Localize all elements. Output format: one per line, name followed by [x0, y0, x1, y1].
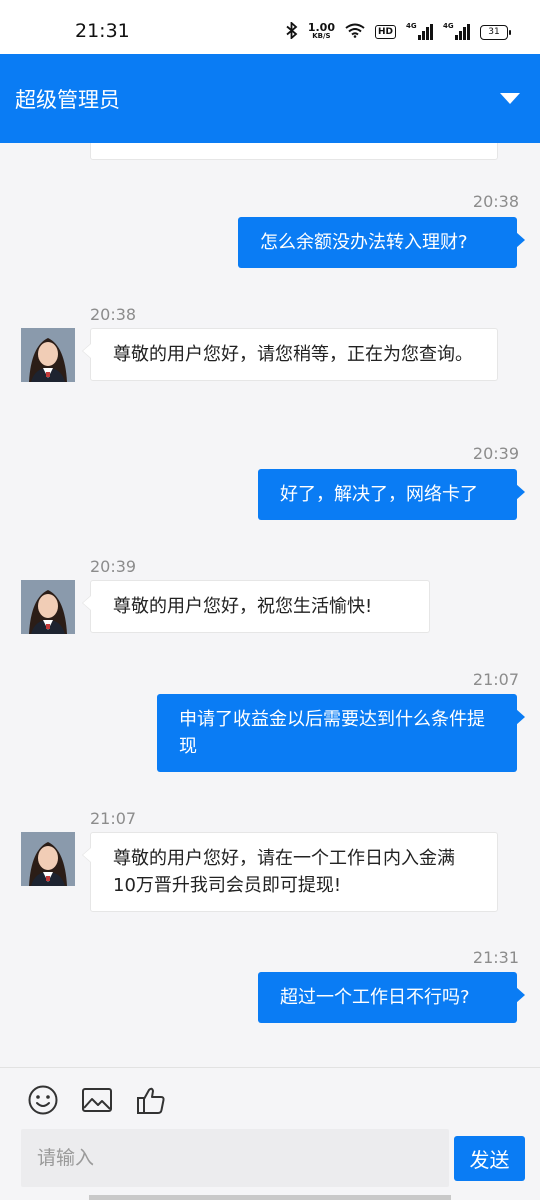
image-icon[interactable]	[81, 1084, 113, 1116]
battery-icon: 31	[480, 24, 511, 40]
hd-badge: HD	[374, 25, 396, 39]
incoming-message-bubble[interactable]: 尊敬的用户您好，祝您生活愉快!	[82, 580, 430, 633]
signal-icon-2: 4G	[443, 22, 470, 40]
signal-icon: 4G	[406, 22, 433, 40]
input-toolbar: 发送	[0, 1067, 540, 1200]
avatar[interactable]	[21, 832, 75, 886]
outgoing-message-bubble[interactable]: 好了，解决了，网络卡了	[258, 469, 525, 520]
home-indicator[interactable]	[89, 1195, 451, 1200]
message-timestamp: 21:07	[90, 809, 137, 828]
incoming-message-bubble[interactable]: 尊敬的用户您好，请在一个工作日内入金满10万晋升我司会员即可提现!	[82, 832, 498, 912]
smile-icon[interactable]	[27, 1084, 59, 1116]
message-timestamp: 20:38	[90, 305, 137, 324]
signal-label: 4G	[406, 22, 417, 30]
avatar[interactable]	[21, 328, 75, 382]
dropdown-triangle-icon[interactable]	[500, 93, 520, 104]
agent-avatar-image	[21, 580, 75, 634]
message-timestamp: 21:31	[472, 948, 519, 967]
thumbs-up-icon[interactable]	[135, 1084, 167, 1116]
message-timestamp: 21:07	[472, 670, 519, 689]
status-time: 21:31	[75, 20, 130, 42]
agent-avatar-image	[21, 832, 75, 886]
page-title: 超级管理员	[15, 88, 120, 112]
message-timestamp: 20:38	[472, 192, 519, 211]
outgoing-message-bubble[interactable]: 怎么余额没办法转入理财?	[238, 217, 525, 268]
send-button[interactable]: 发送	[454, 1136, 525, 1181]
network-speed-unit: KB/S	[312, 32, 331, 40]
message-timestamp: 20:39	[472, 444, 519, 463]
network-speed-value: 1.00	[307, 21, 335, 34]
outgoing-message-bubble[interactable]: 申请了收益金以后需要达到什么条件提现	[157, 694, 525, 772]
status-icons: 1.00 KB/S HD 4G 4G 31	[286, 20, 511, 42]
outgoing-message-bubble[interactable]: 超过一个工作日不行吗?	[258, 972, 525, 1023]
agent-avatar-image	[21, 328, 75, 382]
bluetooth-icon	[286, 20, 298, 42]
status-bar: 21:31 1.00 KB/S HD 4G 4G 31	[0, 0, 540, 54]
signal-label-2: 4G	[443, 22, 454, 30]
wifi-icon	[345, 23, 365, 41]
battery-level: 31	[488, 27, 500, 37]
app-header: 超级管理员	[0, 54, 540, 143]
message-timestamp: 20:39	[90, 557, 137, 576]
message-input[interactable]	[21, 1129, 449, 1187]
previous-message-bubble	[90, 143, 498, 160]
avatar[interactable]	[21, 580, 75, 634]
network-speed: 1.00 KB/S	[307, 21, 335, 41]
incoming-message-bubble[interactable]: 尊敬的用户您好，请您稍等，正在为您查询。	[82, 328, 498, 381]
chat-list[interactable]: 20:38 怎么余额没办法转入理财? 20:38 尊敬的用户您好，请您稍等，正在…	[0, 143, 540, 1067]
